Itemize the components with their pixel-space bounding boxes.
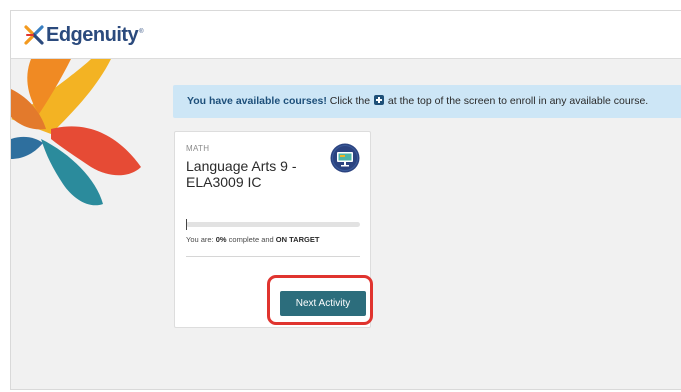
notice-text-after-icon: at the top of the screen to enroll in an… xyxy=(384,95,649,107)
course-title[interactable]: Language Arts 9 - ELA3009 IC xyxy=(186,158,326,190)
course-subject: MATH xyxy=(186,144,210,153)
progress-percent: 0% xyxy=(215,235,227,244)
available-courses-notice: You have available courses! Click the at… xyxy=(173,85,681,118)
plus-square-icon xyxy=(373,95,384,105)
progress-status: ON TARGET xyxy=(275,235,320,244)
notice-text-before-icon: Click the xyxy=(326,95,373,107)
app-frame: Edgenuity ® You have available courses! … xyxy=(10,10,681,390)
decorative-star-graphic xyxy=(11,59,141,206)
progress-bar xyxy=(186,222,360,227)
edgenuity-logo[interactable]: Edgenuity ® xyxy=(24,23,144,47)
progress-start-marker xyxy=(186,219,187,230)
edgenuity-x-logo-icon xyxy=(24,25,44,45)
brand-trademark: ® xyxy=(139,29,144,35)
notice-highlight: You have available courses! xyxy=(187,95,327,107)
brand-name: Edgenuity xyxy=(46,24,139,46)
progress-status-text: You are: 0% complete and ON TARGET xyxy=(186,235,319,244)
top-navigation-bar: Edgenuity ® xyxy=(11,11,681,59)
card-divider xyxy=(186,256,360,257)
next-activity-button[interactable]: Next Activity xyxy=(280,291,366,316)
classroom-screen-icon xyxy=(330,143,360,173)
progress-prefix: You are: xyxy=(186,235,216,244)
progress-middle: complete and xyxy=(226,235,276,244)
